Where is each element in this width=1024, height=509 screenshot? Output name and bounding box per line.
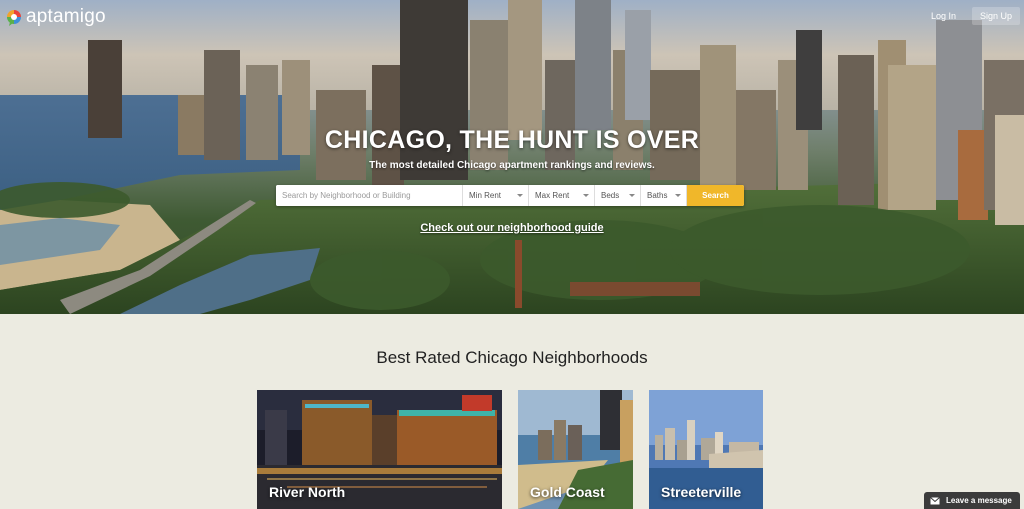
- card-title: River North: [269, 484, 346, 500]
- max-rent-select[interactable]: Max Rent: [529, 185, 595, 206]
- baths-label: Baths: [647, 191, 668, 200]
- beds-select[interactable]: Beds: [595, 185, 641, 206]
- neighborhood-guide-link[interactable]: Check out our neighborhood guide: [0, 222, 1024, 234]
- beds-label: Beds: [601, 191, 620, 200]
- max-rent-label: Max Rent: [535, 191, 570, 200]
- aptamigo-logo-icon: [7, 9, 21, 26]
- min-rent-label: Min Rent: [469, 191, 502, 200]
- hero-skyline-image: [0, 0, 1024, 314]
- leave-message-label: Leave a message: [946, 496, 1012, 505]
- search-bar: Min Rent Max Rent Beds Baths Search: [276, 185, 744, 206]
- hero-subheadline: The most detailed Chicago apartment rank…: [369, 160, 655, 171]
- neighborhoods-heading: Best Rated Chicago Neighborhoods: [376, 348, 648, 367]
- login-link[interactable]: Log In: [923, 7, 964, 25]
- envelope-icon: [930, 496, 940, 504]
- auth-links: Log In Sign Up: [923, 7, 1020, 25]
- chevron-down-icon: [583, 194, 589, 197]
- search-input[interactable]: [276, 185, 463, 206]
- card-title: Gold Coast: [530, 484, 605, 500]
- leave-message-widget[interactable]: Leave a message: [924, 492, 1020, 509]
- hero-banner: aptamigo Log In Sign Up CHICAGO, THE HUN…: [0, 0, 1024, 314]
- min-rent-select[interactable]: Min Rent: [463, 185, 529, 206]
- hero-headline: CHICAGO, THE HUNT IS OVER: [324, 126, 700, 154]
- brand-name: aptamigo: [26, 6, 106, 27]
- chevron-down-icon: [675, 194, 681, 197]
- chevron-down-icon: [517, 194, 523, 197]
- brand-logo[interactable]: aptamigo: [6, 6, 106, 28]
- signup-button[interactable]: Sign Up: [971, 7, 1020, 25]
- neighborhood-card-streeterville[interactable]: Streeterville: [649, 390, 763, 509]
- neighborhood-card-gold-coast[interactable]: Gold Coast: [518, 390, 633, 509]
- baths-select[interactable]: Baths: [641, 185, 687, 206]
- search-button[interactable]: Search: [687, 185, 744, 206]
- chevron-down-icon: [629, 194, 635, 197]
- neighborhood-card-river-north[interactable]: River North: [257, 390, 502, 509]
- card-title: Streeterville: [661, 484, 742, 500]
